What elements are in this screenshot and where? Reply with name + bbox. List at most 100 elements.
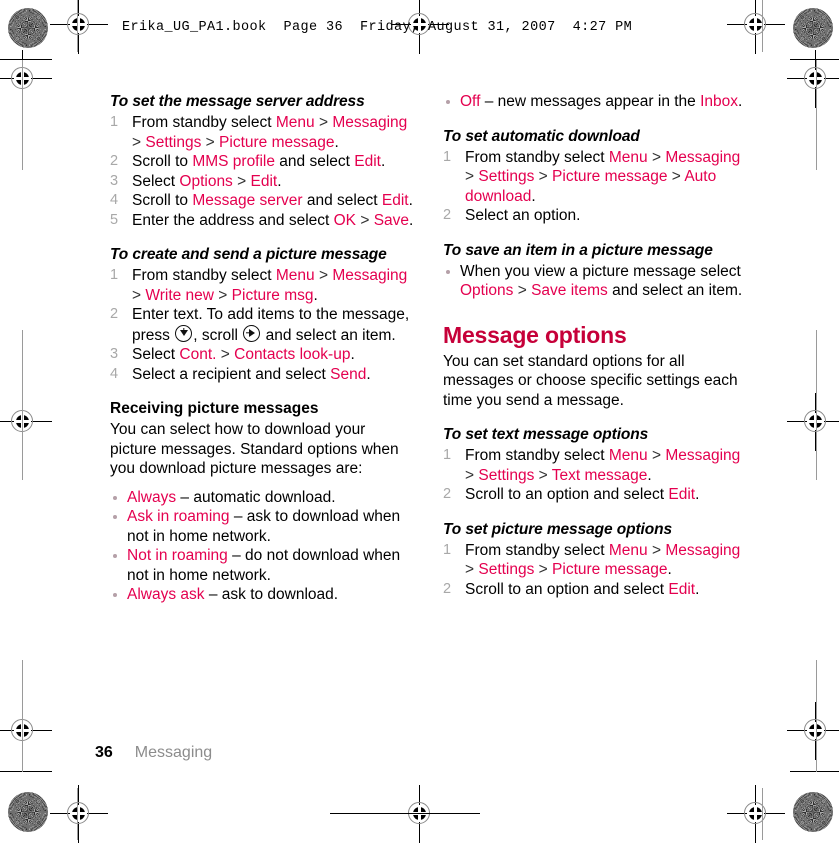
body-text: – automatic download. (176, 488, 336, 506)
left-column: To set the message server address From s… (110, 92, 415, 605)
step-item: Enter text. To add items to the message,… (110, 305, 415, 345)
footer-chapter-name: Messaging (134, 744, 213, 761)
trim-line (22, 330, 23, 480)
ui-term: Save (373, 211, 410, 229)
body-text: Select (132, 172, 180, 190)
path-separator: > (356, 211, 374, 229)
steps-list-message-server-address: From standby select Menu > Messaging > S… (110, 113, 415, 230)
body-text: and select an item. (261, 326, 396, 344)
step-item: From standby select Menu > Messaging > S… (110, 113, 415, 152)
ui-term: Cont. (179, 346, 217, 363)
task-heading-text-message-options: To set text message options (443, 426, 649, 443)
trim-line (816, 330, 817, 480)
step-item: From standby select Menu > Messaging > S… (443, 148, 748, 207)
step-item: Scroll to MMS profile and select Edit. (110, 152, 415, 172)
body-text: and select an item. (607, 282, 743, 299)
steps-list-save-item-picture-message: When you view a picture message select O… (443, 262, 748, 301)
body-text: . (667, 561, 672, 578)
trim-line (790, 59, 839, 60)
subsection-body-text: You can select how to download your pict… (110, 421, 399, 477)
step-item: Select Options > Edit. (110, 172, 415, 192)
task-heading-save-item-picture-message: To save an item in a picture message (443, 241, 713, 259)
ui-term: Write new (145, 286, 214, 304)
step-item: Scroll to Message server and select Edit… (110, 191, 415, 211)
bullet-item: Ask in roaming – ask to download when no… (110, 507, 415, 546)
trim-line (762, 0, 763, 52)
ui-term: Picture message (552, 561, 668, 578)
body-text: . (695, 486, 700, 503)
body-text: . (381, 153, 386, 170)
crosshair-registration-mark (727, 785, 785, 843)
body-text: Select a recipient and select (132, 365, 331, 383)
body-text: From standby select (465, 541, 609, 559)
ui-term: Edit (668, 486, 696, 503)
path-separator: > (232, 172, 251, 190)
step-item: Select a recipient and select Send. (110, 365, 415, 385)
ui-term: Ask in roaming (127, 508, 230, 525)
body-text: . (350, 346, 355, 363)
trim-line (22, 660, 23, 772)
task-heading-message-server-address: To set the message server address (110, 93, 365, 110)
body-text: . (366, 365, 371, 383)
step-item: From standby select Menu > Messaging > S… (443, 541, 748, 580)
ui-term: Options (179, 172, 233, 190)
task-heading-automatic-download: To set automatic download (443, 127, 640, 145)
footer-page-number: 36 (95, 744, 113, 761)
trim-line (762, 788, 763, 840)
body-text: and select (302, 192, 382, 209)
path-separator: > (667, 168, 685, 185)
ui-term: Always ask (127, 586, 205, 603)
steps-list-create-send-picture-message: From standby select Menu > Messaging > W… (110, 266, 415, 384)
ui-term: Menu (608, 148, 648, 166)
step-item: Scroll to an option and select Edit. (443, 580, 748, 600)
body-text: From standby select (465, 148, 609, 166)
path-separator: > (132, 286, 146, 304)
ui-term: Messaging (665, 447, 741, 464)
crosshair-registration-mark (0, 393, 52, 451)
path-separator: > (534, 466, 552, 484)
body-text: From standby select (132, 114, 276, 131)
body-text: . (334, 133, 339, 151)
step-item: Enter the address and select OK > Save. (110, 211, 415, 231)
ui-term: Picture message (552, 168, 668, 185)
ui-term: Menu (275, 114, 315, 131)
bullet-item: When you view a picture message select O… (443, 262, 748, 301)
starburst-registration-mark (793, 792, 833, 832)
path-separator: > (314, 267, 333, 284)
body-text: , scroll (193, 326, 243, 344)
ui-term: Settings (145, 133, 202, 151)
ui-term: Edit (354, 153, 381, 170)
crosshair-registration-mark (50, 0, 108, 54)
path-separator: > (465, 168, 479, 185)
trim-line (0, 771, 52, 772)
body-text: and select (275, 153, 355, 170)
step-item: From standby select Menu > Messaging > W… (110, 266, 415, 305)
path-separator: > (647, 148, 666, 166)
body-text: . (277, 172, 282, 190)
path-separator: > (213, 286, 232, 304)
ui-term: Save items (531, 282, 608, 299)
ui-term: Messaging (332, 114, 408, 131)
trim-line (790, 771, 839, 772)
bullet-item: Not in roaming – do not download when no… (110, 546, 415, 585)
steps-list-text-message-options: From standby select Menu > Messaging > S… (443, 446, 748, 505)
right-column: Off – new messages appear in the Inbox. … (443, 92, 748, 599)
ui-term: Text message (551, 466, 648, 484)
bullet-item: Always ask – ask to download. (110, 585, 415, 605)
trim-line (816, 60, 817, 170)
ui-term: Edit (250, 172, 278, 190)
steps-list-automatic-download: From standby select Menu > Messaging > S… (443, 148, 748, 226)
trim-line (77, 788, 78, 840)
ui-term: OK (333, 211, 357, 229)
ui-term: Messaging (332, 267, 408, 284)
trim-line (0, 59, 52, 60)
crosshair-registration-mark (0, 702, 52, 760)
body-text: . (738, 93, 743, 110)
body-text: From standby select (132, 267, 276, 284)
navigation-key-down-icon (175, 324, 193, 342)
ui-term: Contacts look-up (234, 346, 351, 363)
body-text: Scroll to an option and select (465, 486, 669, 503)
ui-term: Menu (275, 267, 315, 284)
page-footer: 36 Messaging (95, 744, 212, 762)
ui-term: Picture message (219, 133, 335, 151)
